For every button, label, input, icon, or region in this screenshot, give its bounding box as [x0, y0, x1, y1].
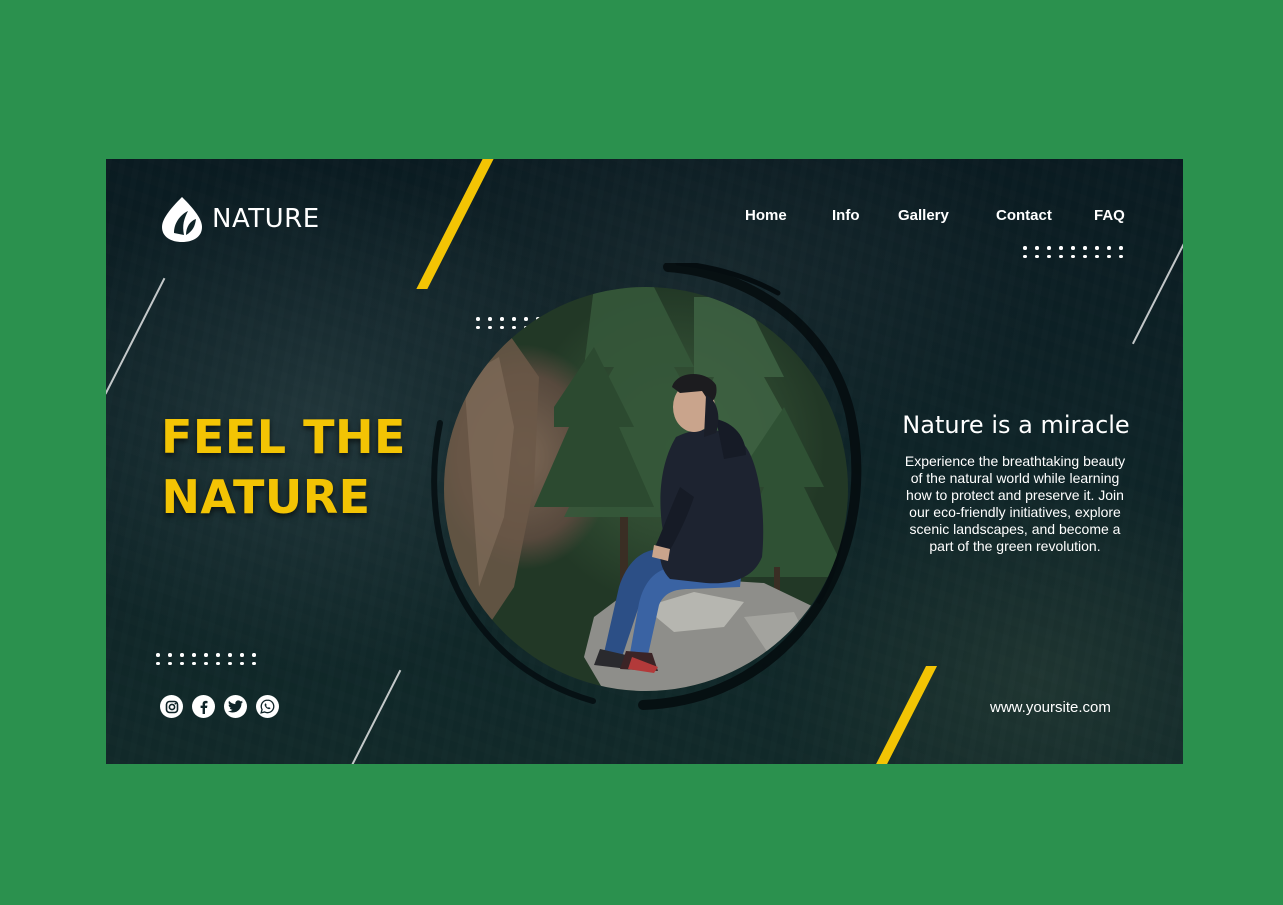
hero-photo	[444, 287, 848, 691]
info-title: Nature is a miracle	[902, 411, 1130, 439]
nav-info[interactable]: Info	[832, 207, 860, 224]
whatsapp-icon[interactable]	[256, 695, 279, 718]
dot-pattern-top-right	[1023, 246, 1127, 258]
hiker-illustration	[444, 287, 848, 691]
facebook-icon[interactable]	[192, 695, 215, 718]
hero-banner: NATURE Home Info Gallery Contact FAQ FEE…	[106, 159, 1183, 764]
hero-photo-frame	[418, 263, 868, 713]
social-links	[160, 695, 279, 718]
hero-headline: FEEL THE NATURE	[161, 407, 406, 527]
headline-line-2: NATURE	[161, 470, 371, 524]
main-navigation: Home Info Gallery Contact FAQ	[106, 207, 1183, 227]
headline-line-1: FEEL THE	[161, 410, 406, 464]
twitter-icon[interactable]	[224, 695, 247, 718]
nav-contact[interactable]: Contact	[996, 207, 1052, 224]
instagram-icon[interactable]	[160, 695, 183, 718]
website-url[interactable]: www.yoursite.com	[990, 699, 1111, 716]
info-description: Experience the breathtaking beauty of th…	[904, 453, 1126, 554]
dot-pattern-bottom-left	[156, 653, 260, 665]
nav-home[interactable]: Home	[745, 207, 787, 224]
nav-faq[interactable]: FAQ	[1094, 207, 1125, 224]
nav-gallery[interactable]: Gallery	[898, 207, 949, 224]
